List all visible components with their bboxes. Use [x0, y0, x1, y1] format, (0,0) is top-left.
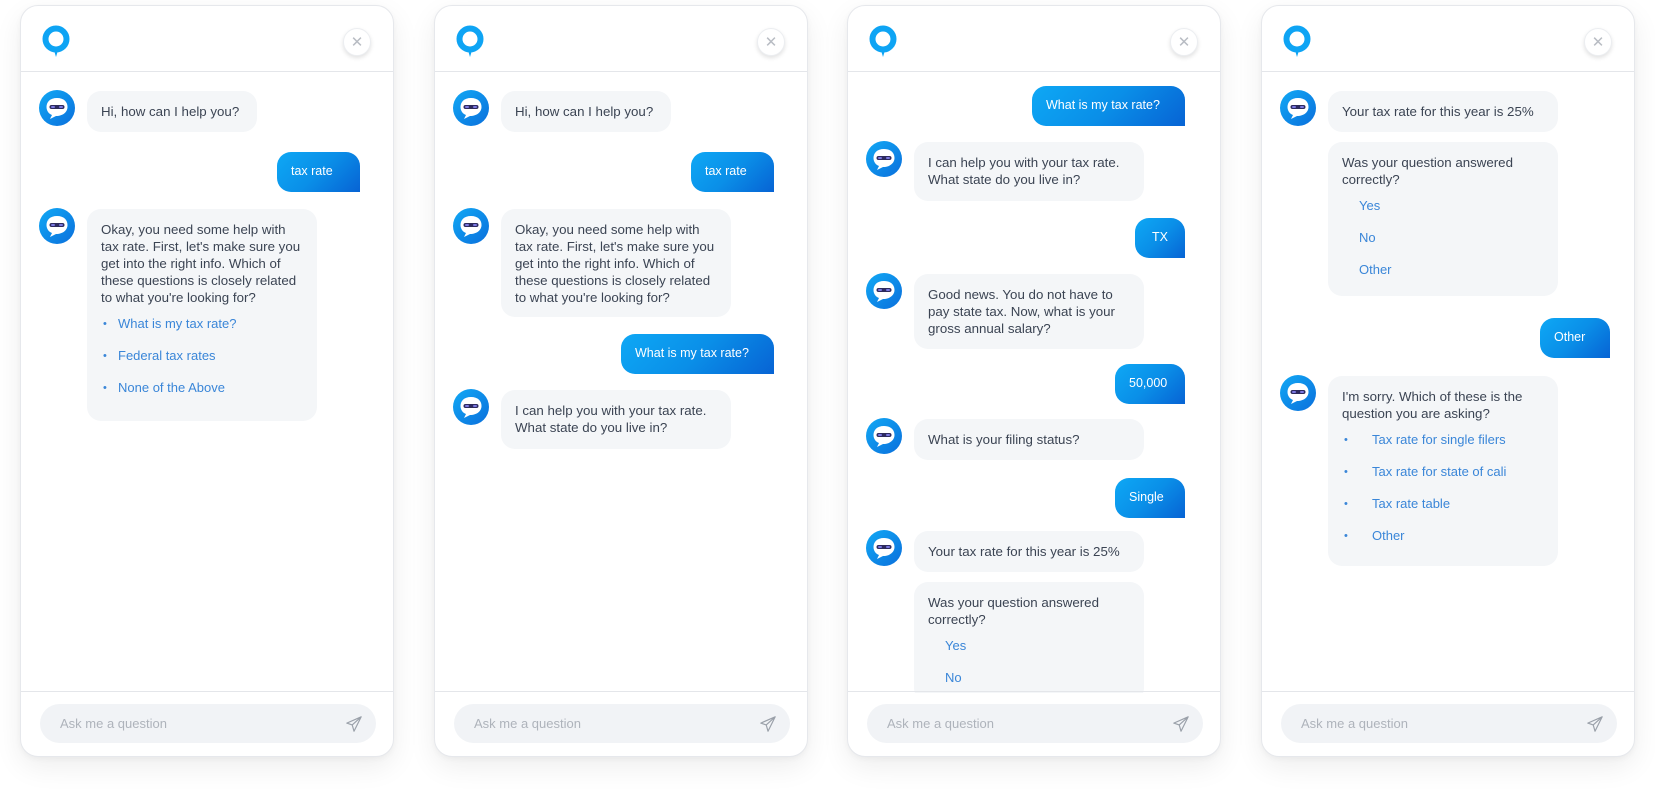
chat-header: ✕ — [1262, 6, 1634, 72]
close-button[interactable]: ✕ — [757, 28, 785, 56]
suggestion-list: • What is my tax rate? • Federal tax rates… — [101, 316, 303, 396]
chat-panel-3: ✕ What is my tax rate? I can help you wi… — [847, 5, 1221, 757]
bullet-icon: • — [103, 382, 107, 394]
user-message: What is my tax rate? — [1032, 86, 1185, 126]
bot-avatar-icon — [866, 530, 902, 566]
chat-panel-1: ✕ Hi, how can I help you? tax rate Okay,… — [20, 5, 394, 757]
message-input[interactable] — [887, 716, 1167, 731]
close-icon: ✕ — [350, 34, 364, 51]
user-message: tax rate — [691, 152, 774, 192]
bot-message: What is your filing status? — [914, 419, 1144, 460]
send-paper-plane-icon[interactable] — [1172, 715, 1190, 733]
bot-message: Your tax rate for this year is 25% — [914, 531, 1144, 572]
suggestion-option[interactable]: • Federal tax rates — [101, 348, 303, 364]
feedback-message: Was your question answered correctly? Ye… — [914, 582, 1144, 693]
bot-message-text: Was your question answered correctly? — [1342, 155, 1513, 187]
message-input-wrapper — [454, 704, 790, 743]
suggestion-list: • Tax rate for single filers • Tax rate fo… — [1342, 432, 1544, 544]
chat-header: ✕ — [848, 6, 1220, 72]
user-message: Other — [1540, 318, 1610, 358]
user-message: Single — [1115, 478, 1185, 518]
chat-footer — [848, 691, 1220, 756]
send-paper-plane-icon[interactable] — [1586, 715, 1604, 733]
bot-avatar-icon — [866, 141, 902, 177]
feedback-option-other[interactable]: Other — [1342, 262, 1544, 278]
message-input[interactable] — [474, 716, 754, 731]
chat-footer — [1262, 691, 1634, 756]
chat-pin-logo-icon — [41, 25, 71, 59]
feedback-option-yes[interactable]: Yes — [1342, 198, 1544, 214]
suggestion-option[interactable]: • Other — [1342, 528, 1544, 544]
close-button[interactable]: ✕ — [343, 28, 371, 56]
close-icon: ✕ — [764, 34, 778, 51]
chat-messages: Your tax rate for this year is 25% Was y… — [1262, 73, 1634, 693]
chat-messages: What is my tax rate? I can help you with… — [848, 73, 1220, 693]
feedback-message: Was your question answered correctly? Ye… — [1328, 142, 1558, 296]
close-icon: ✕ — [1177, 34, 1191, 51]
close-icon: ✕ — [1591, 34, 1605, 51]
close-button[interactable]: ✕ — [1170, 28, 1198, 56]
bot-message-with-options: I'm sorry. Which of these is the questio… — [1328, 376, 1558, 566]
suggestion-option[interactable]: • What is my tax rate? — [101, 316, 303, 332]
bot-avatar-icon — [1280, 375, 1316, 411]
bot-message: I can help you with your tax rate. What … — [914, 142, 1144, 201]
bot-message: Okay, you need some help with tax rate. … — [501, 209, 731, 317]
suggestion-option[interactable]: • Tax rate table — [1342, 496, 1544, 512]
bot-message-text: Was your question answered correctly? — [928, 595, 1099, 627]
chat-messages: Hi, how can I help you? tax rate Okay, y… — [435, 73, 807, 693]
suggestion-option[interactable]: • None of the Above — [101, 380, 303, 396]
chat-footer — [21, 691, 393, 756]
bot-avatar-icon — [453, 389, 489, 425]
bot-avatar-icon — [453, 208, 489, 244]
user-message: What is my tax rate? — [621, 334, 774, 374]
bot-message: Hi, how can I help you? — [87, 91, 257, 132]
bullet-icon: • — [1344, 530, 1348, 542]
bot-message: Hi, how can I help you? — [501, 91, 671, 132]
chat-panel-2: ✕ Hi, how can I help you? tax rate Okay,… — [434, 5, 808, 757]
chat-pin-logo-icon — [868, 25, 898, 59]
send-paper-plane-icon[interactable] — [759, 715, 777, 733]
chat-messages: Hi, how can I help you? tax rate Okay, y… — [21, 73, 393, 693]
feedback-option-yes[interactable]: Yes — [928, 638, 1130, 654]
bot-message: Good news. You do not have to pay state … — [914, 274, 1144, 349]
bot-avatar-icon — [1280, 90, 1316, 126]
bullet-icon: • — [103, 318, 107, 330]
feedback-options: Yes No Other — [1342, 198, 1544, 278]
feedback-options: Yes No — [928, 638, 1130, 686]
feedback-option-no[interactable]: No — [1342, 230, 1544, 246]
bullet-icon: • — [1344, 466, 1348, 478]
bot-avatar-icon — [866, 273, 902, 309]
suggestion-option[interactable]: • Tax rate for single filers — [1342, 432, 1544, 448]
bullet-icon: • — [103, 350, 107, 362]
close-button[interactable]: ✕ — [1584, 28, 1612, 56]
chat-panel-4: ✕ Your tax rate for this year is 25% Was… — [1261, 5, 1635, 757]
bullet-icon: • — [1344, 434, 1348, 446]
bullet-icon: • — [1344, 498, 1348, 510]
user-message: 50,000 — [1115, 364, 1185, 404]
user-message: TX — [1135, 218, 1185, 258]
bot-message-text: I'm sorry. Which of these is the questio… — [1342, 389, 1523, 421]
chat-header: ✕ — [21, 6, 393, 72]
message-input[interactable] — [1301, 716, 1581, 731]
bot-avatar-icon — [39, 90, 75, 126]
message-input-wrapper — [1281, 704, 1617, 743]
suggestion-option[interactable]: • Tax rate for state of cali — [1342, 464, 1544, 480]
feedback-option-no[interactable]: No — [928, 670, 1130, 686]
bot-message-with-options: Okay, you need some help with tax rate. … — [87, 209, 317, 421]
user-message: tax rate — [277, 152, 360, 192]
chat-pin-logo-icon — [455, 25, 485, 59]
message-input-wrapper — [40, 704, 376, 743]
chat-pin-logo-icon — [1282, 25, 1312, 59]
send-paper-plane-icon[interactable] — [345, 715, 363, 733]
bot-message: Your tax rate for this year is 25% — [1328, 91, 1558, 132]
bot-message-text: Okay, you need some help with tax rate. … — [101, 222, 301, 305]
chat-header: ✕ — [435, 6, 807, 72]
bot-avatar-icon — [453, 90, 489, 126]
message-input[interactable] — [60, 716, 340, 731]
bot-avatar-icon — [866, 418, 902, 454]
message-input-wrapper — [867, 704, 1203, 743]
bot-message: I can help you with your tax rate. What … — [501, 390, 731, 449]
chat-footer — [435, 691, 807, 756]
bot-avatar-icon — [39, 208, 75, 244]
